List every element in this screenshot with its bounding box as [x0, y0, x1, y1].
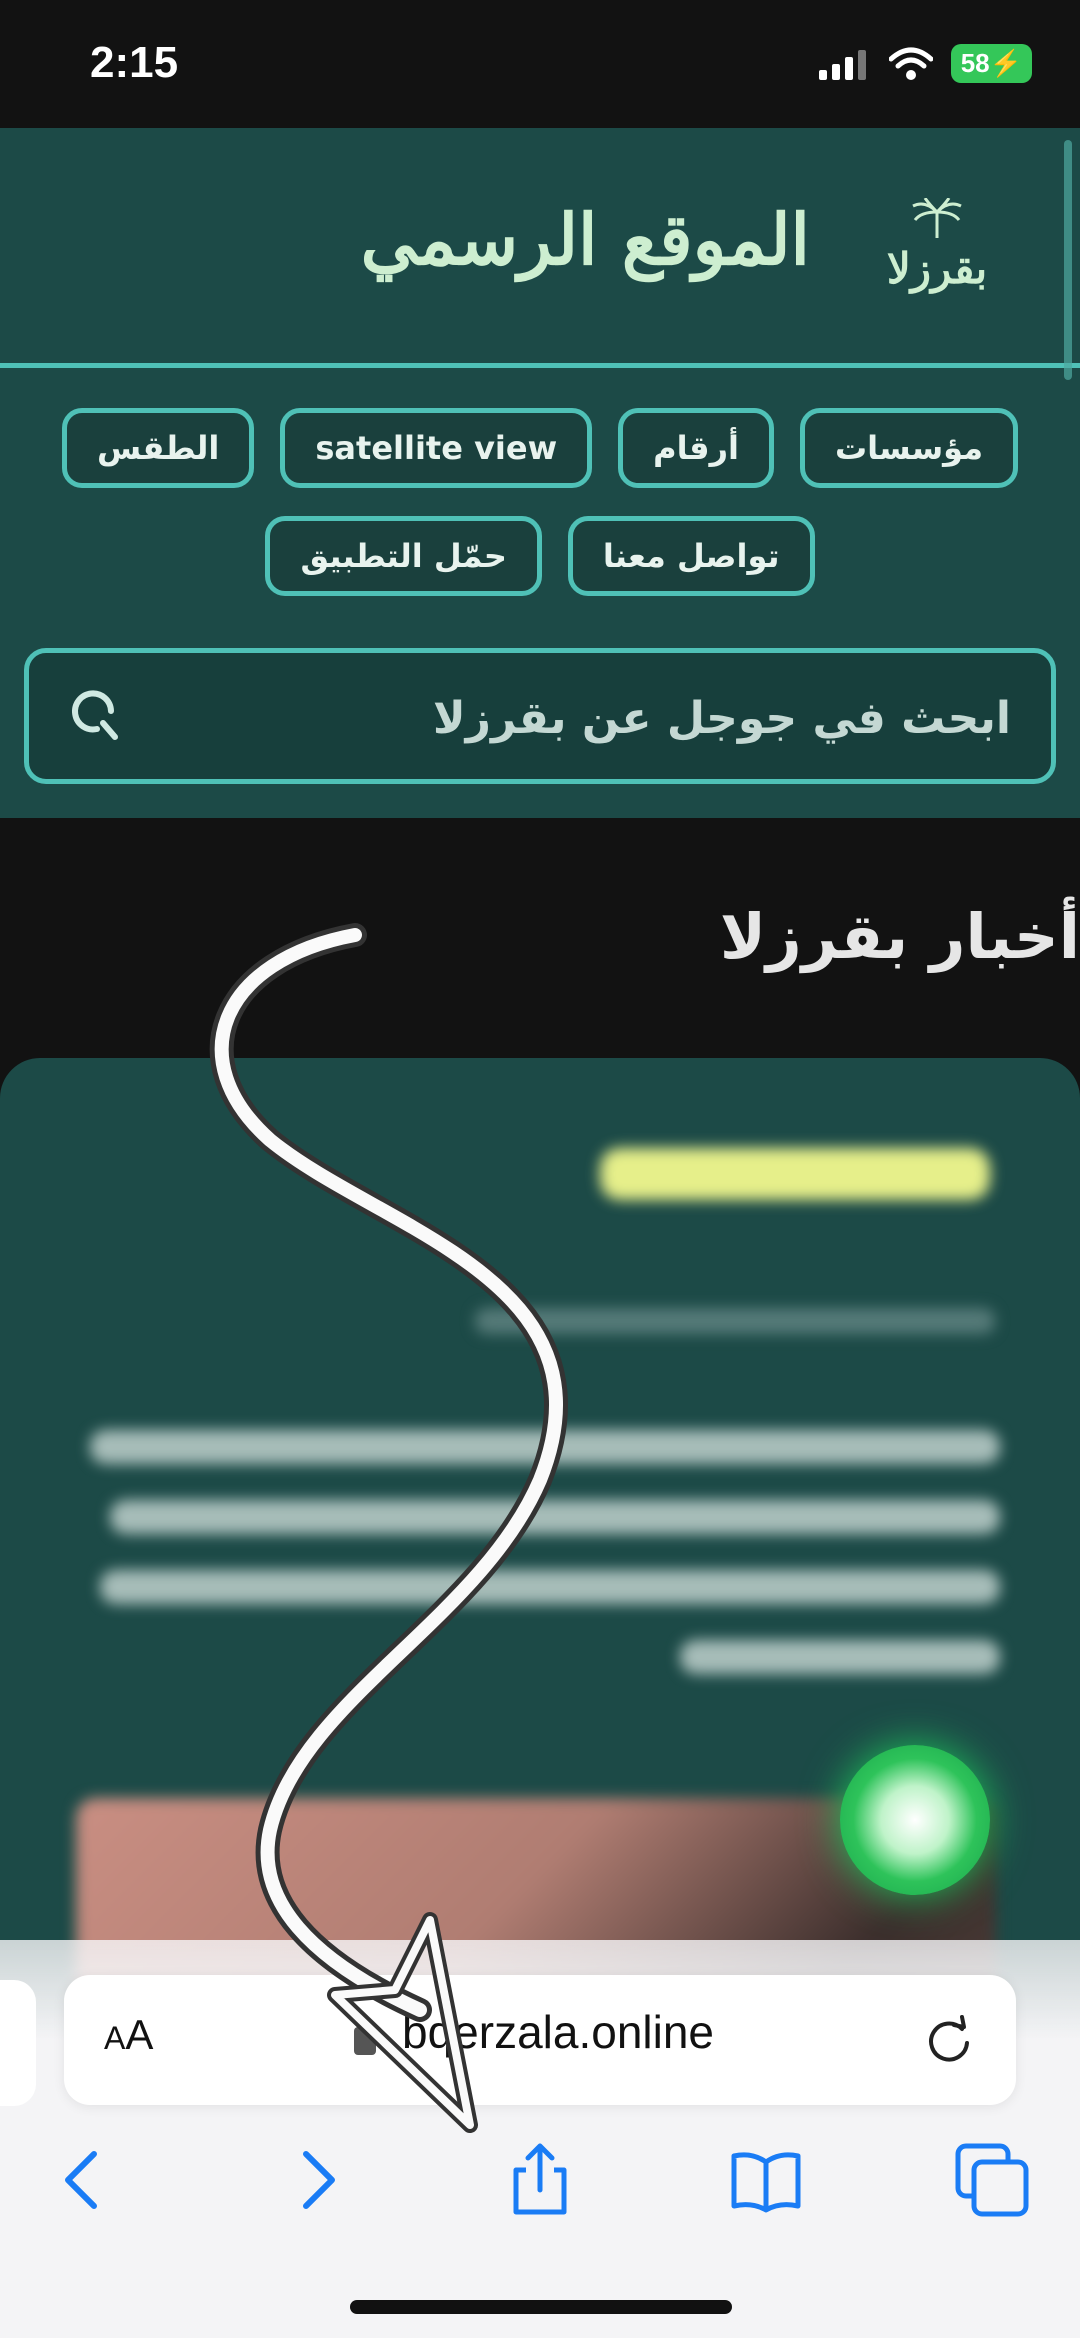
news-text-line — [100, 1570, 1000, 1604]
whatsapp-chat-button[interactable] — [840, 1745, 990, 1895]
news-text-line — [90, 1430, 1000, 1464]
site-logo[interactable]: بقرزلا — [882, 198, 992, 318]
back-icon[interactable] — [44, 2140, 124, 2220]
search-placeholder: ابحث في جوجل عن بقرزلا — [432, 693, 1011, 744]
lock-icon — [354, 2027, 376, 2055]
status-time: 2:15 — [90, 38, 179, 87]
bookmarks-icon[interactable] — [726, 2140, 806, 2220]
nav-button-contact-us[interactable]: تواصل معنا — [567, 516, 815, 596]
site-header: الموقع الرسمي بقرزلا مؤسسات أرقام satell… — [0, 128, 1080, 818]
status-icons: 58⚡ — [818, 44, 1032, 83]
forward-icon[interactable] — [276, 2140, 356, 2220]
signal-icon — [818, 49, 866, 80]
nav-button-institutions[interactable]: مؤسسات — [799, 408, 1019, 488]
nav-button-download-app[interactable]: حمّل التطبيق — [265, 516, 542, 596]
palm-tree-icon — [912, 198, 962, 238]
battery-level: 58 — [960, 48, 990, 78]
battery-charging-icon: 58⚡ — [950, 44, 1032, 83]
home-indicator[interactable] — [350, 2300, 732, 2314]
google-search-box[interactable]: ابحث في جوجل عن بقرزلا — [24, 648, 1056, 784]
news-text-line — [680, 1640, 1000, 1674]
nav-button-weather[interactable]: الطقس — [61, 408, 255, 488]
search-icon[interactable] — [67, 685, 137, 755]
text-size-button[interactable]: AA — [104, 2011, 153, 2059]
site-title: الموقع الرسمي — [360, 198, 810, 281]
url-text[interactable]: bqerzala.online — [402, 2005, 714, 2059]
nav-button-numbers[interactable]: أرقام — [618, 408, 774, 488]
safari-toolbar — [0, 2130, 1080, 2230]
page-scrollbar[interactable] — [1064, 140, 1072, 380]
share-icon[interactable] — [500, 2140, 580, 2220]
nav-button-satellite-view[interactable]: satellite view — [280, 408, 593, 488]
wifi-icon — [888, 47, 933, 80]
previous-tab-edge[interactable] — [0, 1980, 36, 2106]
news-text-line — [110, 1500, 1000, 1534]
news-headline-redacted — [600, 1148, 990, 1200]
tabs-icon[interactable] — [952, 2140, 1032, 2220]
news-date-redacted — [475, 1308, 995, 1334]
reload-icon[interactable] — [916, 2007, 982, 2073]
header-top-bar: الموقع الرسمي بقرزلا — [0, 128, 1080, 380]
address-bar[interactable]: AA bqerzala.online — [64, 1975, 1016, 2105]
news-section-title: أخبار بقرزلا — [719, 900, 1080, 973]
nav-row-2: تواصل معنا حمّل التطبيق — [0, 516, 1080, 596]
logo-text: بقرزلا — [886, 244, 988, 293]
status-bar: 2:15 58⚡ — [0, 0, 1080, 128]
nav-row-1: مؤسسات أرقام satellite view الطقس — [0, 408, 1080, 488]
